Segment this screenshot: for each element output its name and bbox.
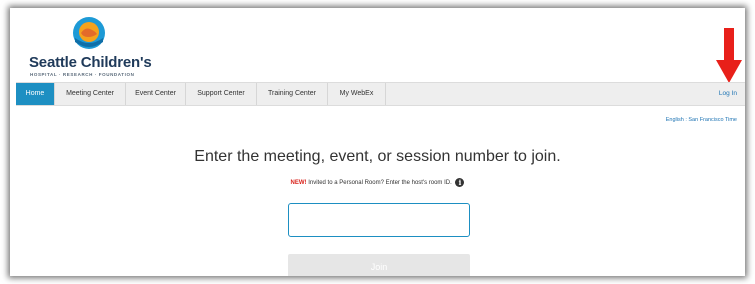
brand-name: Seattle Children's [29,54,152,71]
tab-event-center[interactable]: Event Center [126,83,186,105]
brand-tagline: HOSPITAL · RESEARCH · FOUNDATION [30,72,135,77]
brand-logo[interactable]: Seattle Children's HOSPITAL · RESEARCH ·… [26,16,176,86]
browser-screenshot-frame: Seattle Children's HOSPITAL · RESEARCH ·… [10,8,745,276]
tab-my-webex[interactable]: My WebEx [328,83,386,105]
main-nav-bar: Home Meeting Center Event Center Support… [16,82,745,106]
tab-training-center[interactable]: Training Center [257,83,328,105]
login-link[interactable]: Log In [719,83,737,105]
tab-support-center[interactable]: Support Center [186,83,257,105]
meeting-number-input[interactable] [288,203,470,237]
info-icon[interactable]: i [455,178,465,187]
new-badge: NEW! [290,180,307,187]
tab-home[interactable]: Home [16,83,55,105]
seattle-childrens-logo-icon [73,17,105,49]
page-heading: Enter the meeting, event, or session num… [194,148,561,165]
red-arrow-icon [716,28,742,83]
join-button[interactable]: Join [288,254,470,276]
tab-meeting-center[interactable]: Meeting Center [55,83,126,105]
locale-timezone-link[interactable]: English : San Francisco Time [666,117,737,123]
personal-room-hint-text: Invited to a Personal Room? Enter the ho… [306,180,452,187]
personal-room-hint: NEW! Invited to a Personal Room? Enter t… [10,178,745,187]
